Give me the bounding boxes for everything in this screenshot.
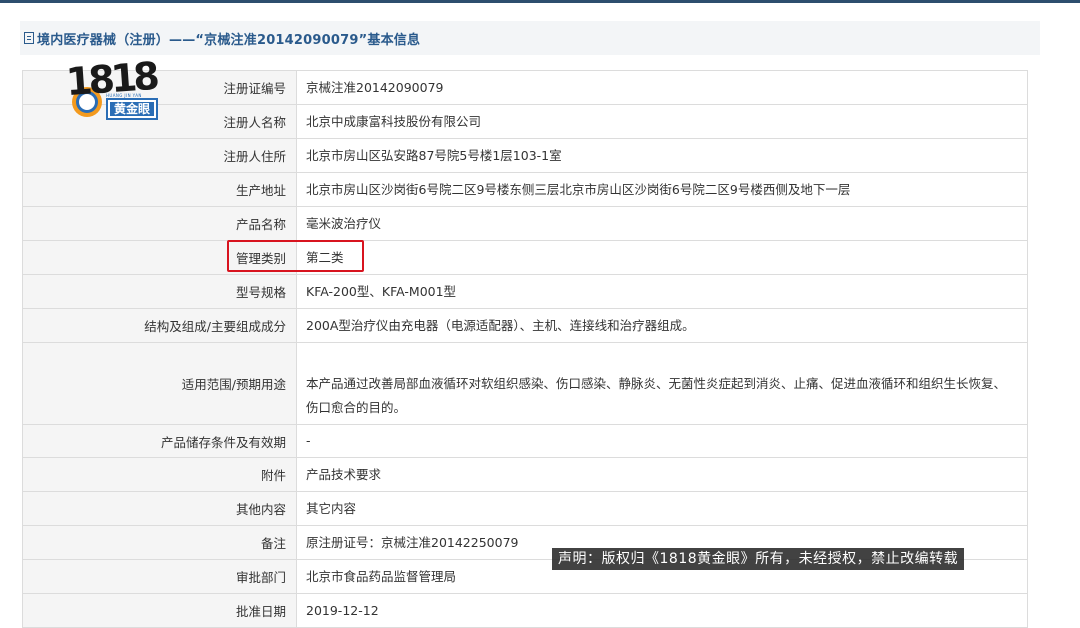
row-value: 200A型治疗仪由充电器（电源适配器）、主机、连接线和治疗器组成。 <box>306 317 695 333</box>
table-row-structure: 结构及组成/主要组成成分 200A型治疗仪由充电器（电源适配器）、主机、连接线和… <box>22 309 1028 343</box>
row-label: 适用范围/预期用途 <box>23 343 297 424</box>
row-label: 备注 <box>23 526 297 559</box>
row-label: 附件 <box>23 458 297 491</box>
row-value: 毫米波治疗仪 <box>306 215 382 231</box>
row-label: 审批部门 <box>23 560 297 593</box>
row-value: 北京市房山区弘安路87号院5号楼1层103-1室 <box>306 147 562 163</box>
info-table: 注册证编号 京械注准20142090079 注册人名称 北京中成康富科技股份有限… <box>22 70 1028 628</box>
row-value: KFA-200型、KFA-M001型 <box>306 283 457 299</box>
row-value: 第二类 <box>306 249 344 265</box>
table-row-production-address: 生产地址 北京市房山区沙岗街6号院二区9号楼东侧三层北京市房山区沙岗街6号院二区… <box>22 173 1028 207</box>
top-border <box>0 0 1080 3</box>
row-label: 注册人住所 <box>23 139 297 172</box>
logo-badge: 黄金眼 <box>106 98 158 120</box>
table-row-registrant-address: 注册人住所 北京市房山区弘安路87号院5号楼1层103-1室 <box>22 139 1028 173</box>
table-row-intended-use: 适用范围/预期用途 本产品通过改善局部血液循环对软组织感染、伤口感染、静脉炎、无… <box>22 343 1028 425</box>
highlight-box <box>227 240 364 272</box>
page-title: 境内医疗器械（注册）——“京械注准20142090079”基本信息 <box>37 32 421 48</box>
table-row-approval-date: 批准日期 2019-12-12 <box>22 594 1028 628</box>
row-value: 产品技术要求 <box>306 466 382 482</box>
row-label: 批准日期 <box>23 594 297 627</box>
table-row-management-category: 管理类别 第二类 <box>22 241 1028 275</box>
row-value: 北京中成康富科技股份有限公司 <box>306 113 482 129</box>
copyright-watermark: 声明：版权归《1818黄金眼》所有，未经授权，禁止改编转载 <box>552 548 965 570</box>
row-value: - <box>306 433 311 448</box>
row-label: 产品储存条件及有效期 <box>23 425 297 457</box>
table-row-registration-no: 注册证编号 京械注准20142090079 <box>22 71 1028 105</box>
section-header: 境内医疗器械（注册）——“京械注准20142090079”基本信息 <box>20 21 1040 55</box>
table-row-attachment: 附件 产品技术要求 <box>22 458 1028 492</box>
row-label: 生产地址 <box>23 173 297 206</box>
table-row-product-name: 产品名称 毫米波治疗仪 <box>22 207 1028 241</box>
logo-badge-text: 黄金眼 <box>110 102 154 116</box>
row-value: 京械注准20142090079 <box>306 79 444 95</box>
row-label: 结构及组成/主要组成成分 <box>23 309 297 342</box>
table-row-registrant-name: 注册人名称 北京中成康富科技股份有限公司 <box>22 105 1028 139</box>
table-row-storage: 产品储存条件及有效期 - <box>22 425 1028 458</box>
row-label: 型号规格 <box>23 275 297 308</box>
channel-logo: 1818 HUANG JIN YAN 黄金眼 <box>65 54 166 123</box>
row-label: 产品名称 <box>23 207 297 240</box>
table-row-model-spec: 型号规格 KFA-200型、KFA-M001型 <box>22 275 1028 309</box>
document-icon <box>24 32 34 44</box>
row-value: 本产品通过改善局部血液循环对软组织感染、伤口感染、静脉炎、无菌性炎症起到消炎、止… <box>306 376 1007 415</box>
row-value: 2019-12-12 <box>306 602 379 618</box>
table-row-other: 其他内容 其它内容 <box>22 492 1028 526</box>
row-value: 其它内容 <box>306 500 357 516</box>
row-label: 其他内容 <box>23 492 297 525</box>
row-value: 北京市房山区沙岗街6号院二区9号楼东侧三层北京市房山区沙岗街6号院二区9号楼西侧… <box>306 181 851 197</box>
